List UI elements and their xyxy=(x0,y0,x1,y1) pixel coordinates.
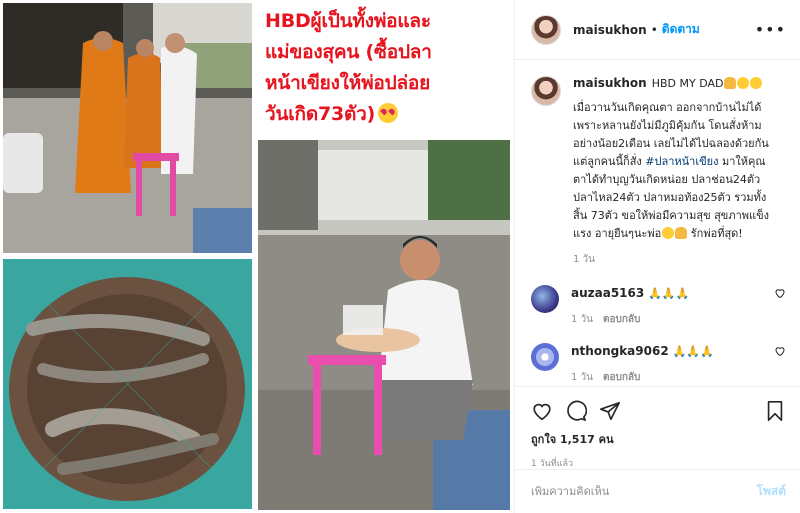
caption-username[interactable]: maisukhon xyxy=(573,76,647,90)
heart-eyes-emoji-icon xyxy=(378,103,399,123)
posted-timestamp[interactable]: 1 วันที่แล้ว xyxy=(531,456,786,470)
more-options-icon[interactable]: ••• xyxy=(755,20,786,39)
like-comment-heart-icon[interactable] xyxy=(774,287,786,299)
comment-item: nthongka9062 🙏🙏🙏 1 วัน ตอบกลับ xyxy=(531,343,786,385)
father-with-offerings-photo xyxy=(258,140,510,510)
comment-time[interactable]: 1 วัน xyxy=(571,372,593,383)
caption-avatar[interactable] xyxy=(531,76,561,106)
post-actions: ถูกใจ 1,517 คน 1 วันที่แล้ว xyxy=(515,386,800,470)
comment-text: 🙏🙏🙏 xyxy=(648,287,690,300)
reply-button[interactable]: ตอบกลับ xyxy=(603,372,640,383)
monks-alms-photo xyxy=(3,3,252,253)
share-paper-plane-icon[interactable] xyxy=(599,400,621,422)
fish-in-net-photo xyxy=(3,259,252,509)
caption-text: เมื่อวานวันเกิดคุณตา ออกจากบ้านไม่ได้ เพ… xyxy=(573,101,769,240)
comment-input[interactable] xyxy=(531,485,757,498)
smiling-hearts-emoji-icon xyxy=(750,77,763,89)
star-struck-emoji-icon xyxy=(737,77,750,89)
add-comment-bar: โพสต์ xyxy=(515,469,800,513)
comment-text: 🙏🙏🙏 xyxy=(672,345,714,358)
caption-title: HBD MY DAD xyxy=(651,77,724,90)
commenter-avatar[interactable] xyxy=(531,343,559,371)
like-comment-heart-icon[interactable] xyxy=(774,345,786,357)
save-bookmark-icon[interactable] xyxy=(764,400,786,422)
comments-list[interactable]: maisukhon HBD MY DAD เมื่อวานวันเกิดคุณตา… xyxy=(515,60,800,386)
heart-eyes-emoji-icon xyxy=(662,227,675,239)
comment-bubble-icon[interactable] xyxy=(565,400,587,422)
header-separator: • xyxy=(650,22,658,37)
likes-count[interactable]: ถูกใจ 1,517 คน xyxy=(531,430,786,448)
author-avatar[interactable] xyxy=(531,14,561,45)
commenter-username[interactable]: nthongka9062 xyxy=(571,344,669,358)
instagram-post-viewer: HBDผู้เป็นทั้งพ่อและ แม่ของสุคน (ซื้อปลา… xyxy=(0,0,800,513)
caption-body: maisukhon HBD MY DAD เมื่อวานวันเกิดคุณตา… xyxy=(573,74,786,269)
commenter-username[interactable]: auzaa5163 xyxy=(571,286,644,300)
pray-emoji-icon xyxy=(724,77,737,89)
comment-time[interactable]: 1 วัน xyxy=(571,314,593,325)
hashtag-link[interactable]: #ปลาหน้าเขียง xyxy=(645,155,718,168)
author-username[interactable]: maisukhon xyxy=(573,23,647,37)
caption: maisukhon HBD MY DAD เมื่อวานวันเกิดคุณตา… xyxy=(531,74,786,269)
post-header: maisukhon • ติดตาม ••• xyxy=(515,0,800,60)
overlay-caption: HBDผู้เป็นทั้งพ่อและ แม่ของสุคน (ซื้อปลา… xyxy=(265,10,432,125)
post-sidebar: maisukhon • ติดตาม ••• maisukhon HBD MY D… xyxy=(514,0,800,513)
caption-time[interactable]: 1 วัน xyxy=(573,251,786,269)
post-comment-button[interactable]: โพสต์ xyxy=(757,482,786,501)
like-heart-icon[interactable] xyxy=(531,400,553,422)
comment-item: auzaa5163 🙏🙏🙏 1 วัน ตอบกลับ xyxy=(531,285,786,327)
follow-button[interactable]: ติดตาม xyxy=(662,20,700,39)
commenter-avatar[interactable] xyxy=(531,285,559,313)
post-media[interactable]: HBDผู้เป็นทั้งพ่อและ แม่ของสุคน (ซื้อปลา… xyxy=(0,0,514,513)
pray-emoji-icon xyxy=(675,227,688,239)
reply-button[interactable]: ตอบกลับ xyxy=(603,314,640,325)
